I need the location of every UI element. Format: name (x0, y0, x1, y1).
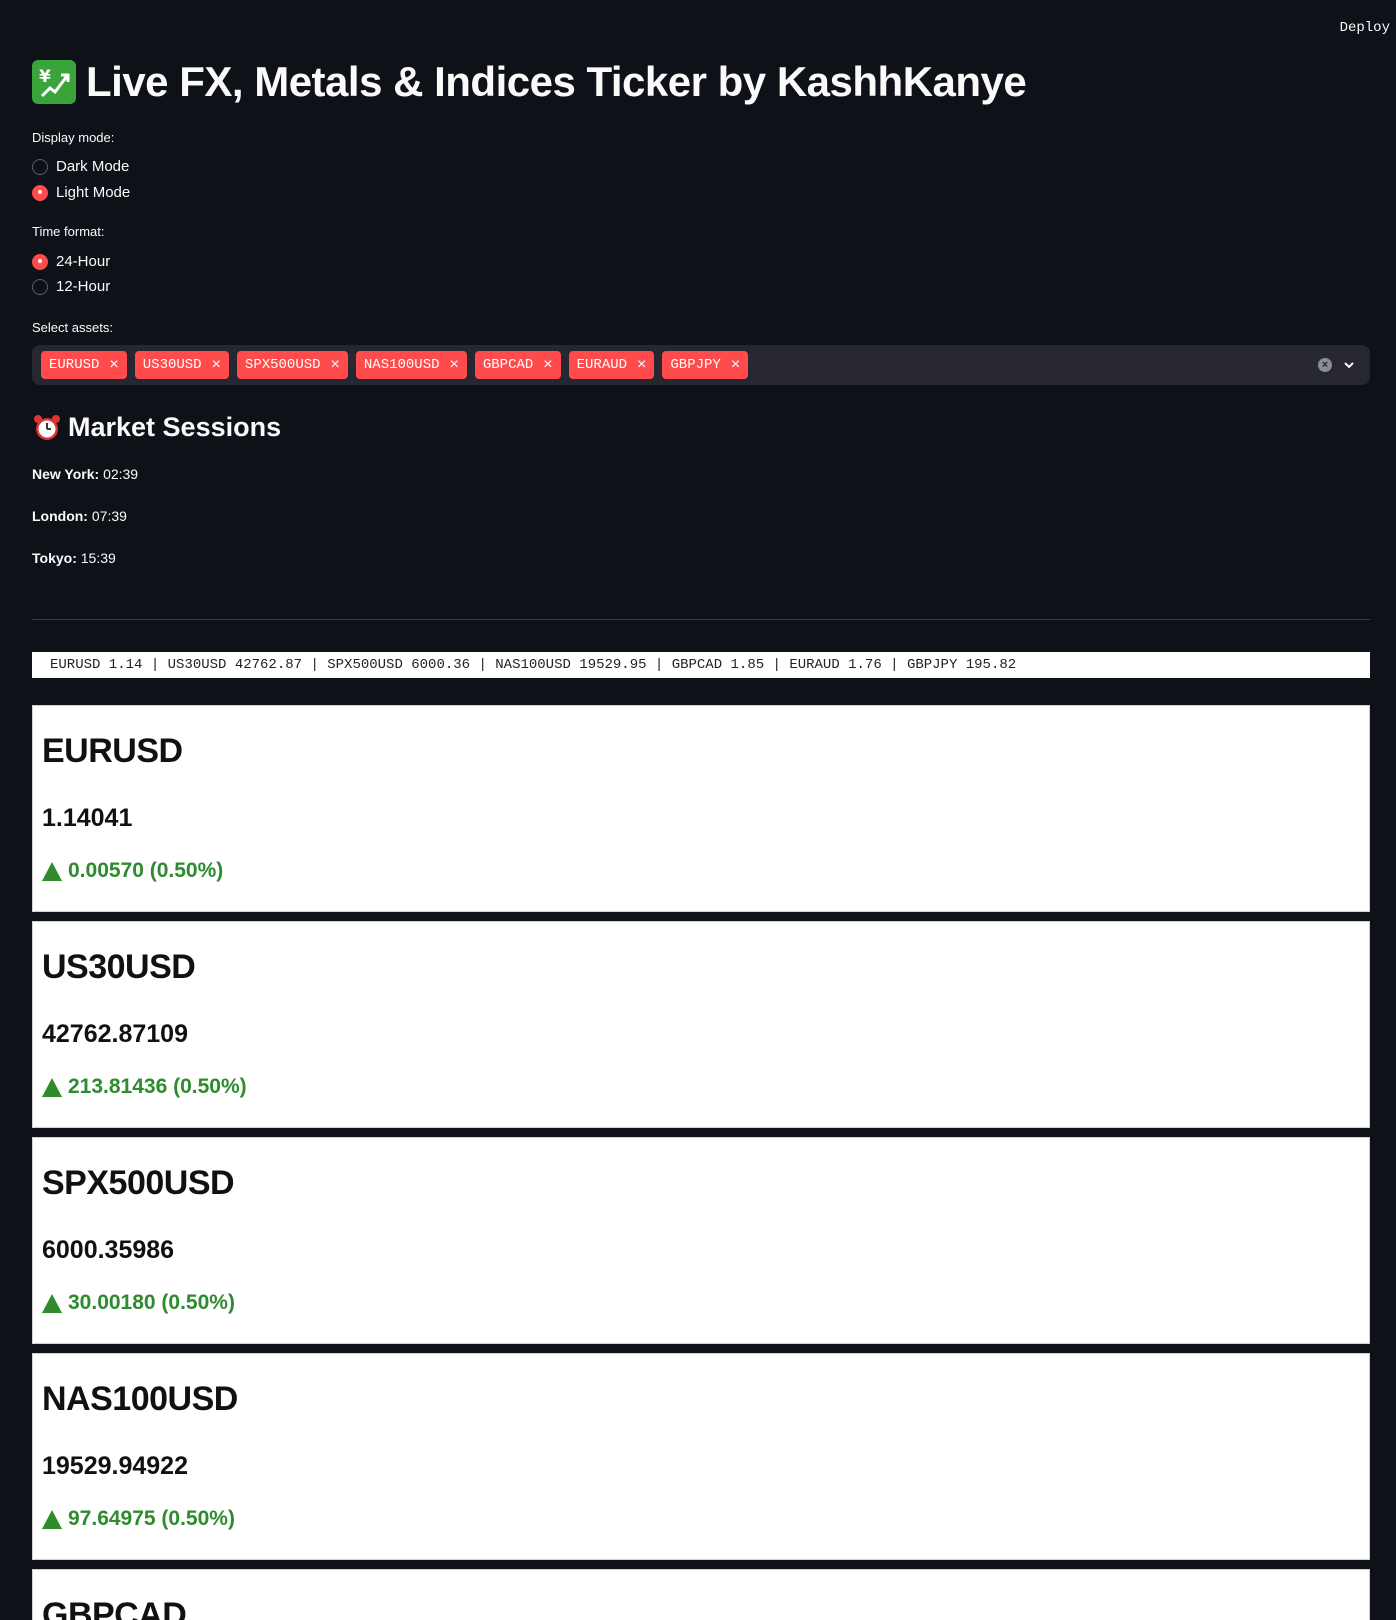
asset-card: NAS100USD 19529.94922 97.64975 (0.50%) (32, 1353, 1370, 1560)
remove-chip-icon[interactable]: × (109, 356, 118, 374)
asset-card-name: GBPCAD (42, 1596, 187, 1620)
multiselect-controls: × (1318, 345, 1356, 385)
clear-all-icon[interactable]: × (1318, 358, 1332, 372)
triangle-up-icon (42, 861, 62, 881)
remove-chip-icon[interactable]: × (543, 356, 552, 374)
assets-multiselect[interactable]: EURUSD × US30USD × SPX500USD × NAS100USD × G… (32, 345, 1370, 385)
radio-12-hour[interactable]: 12-Hour (32, 278, 110, 295)
alarm-clock-icon (34, 414, 60, 440)
asset-card-price: 1.14041 (42, 804, 133, 832)
session-city: London: (32, 508, 88, 524)
radio-checked-icon (32, 253, 48, 270)
asset-card: US30USD 42762.87109 213.81436 (0.50%) (32, 921, 1370, 1128)
market-sessions-title-text: Market Sessions (68, 412, 282, 442)
asset-card-change-value: 213.81436 (0.50%) (68, 1075, 247, 1098)
radio-unchecked-icon (32, 278, 48, 295)
session-tokyo: Tokyo: 15:39 (32, 550, 116, 566)
remove-chip-icon[interactable]: × (331, 356, 340, 374)
session-new-york: New York: 02:39 (32, 466, 138, 482)
radio-label: Dark Mode (56, 158, 130, 175)
page-title: ¥ Live FX, Metals & Indices Ticker by Ka… (32, 58, 1027, 106)
remove-chip-icon[interactable]: × (731, 356, 740, 374)
remove-chip-icon[interactable]: × (450, 356, 459, 374)
session-time: 02:39 (103, 466, 139, 482)
session-city: New York: (32, 466, 100, 482)
asset-chip: SPX500USD × (236, 351, 348, 379)
triangle-up-icon (42, 1509, 62, 1529)
display-mode-label: Display mode: (32, 130, 115, 145)
asset-card-change: 0.00570 (0.50%) (42, 859, 223, 883)
time-format-label: Time format: (32, 224, 105, 239)
asset-card-name: SPX500USD (42, 1164, 235, 1202)
asset-chip: EURAUD × (568, 351, 655, 379)
asset-card-change: 30.00180 (0.50%) (42, 1291, 235, 1315)
app-page: Deploy ¥ Live FX, Metals & Indices Ticke… (0, 0, 1396, 1620)
asset-card: GBPCAD (32, 1569, 1370, 1620)
asset-chip-label: EURUSD (49, 357, 100, 373)
asset-card-change-value: 0.00570 (0.50%) (68, 859, 224, 882)
radio-24-hour[interactable]: 24-Hour (32, 253, 110, 270)
chart-yen-icon: ¥ (32, 60, 76, 104)
asset-card-name: US30USD (42, 948, 196, 986)
asset-card-change: 213.81436 (0.50%) (42, 1075, 247, 1099)
asset-chip: US30USD × (134, 351, 229, 379)
market-sessions-title: Market Sessions (32, 412, 281, 443)
radio-unchecked-icon (32, 158, 48, 175)
asset-chip-label: SPX500USD (244, 357, 321, 373)
asset-chip-label: EURAUD (576, 357, 628, 373)
asset-card: SPX500USD 6000.35986 30.00180 (0.50%) (32, 1137, 1370, 1344)
session-time: 07:39 (91, 508, 127, 524)
asset-card-change: 97.64975 (0.50%) (42, 1507, 235, 1531)
page-title-text: Live FX, Metals & Indices Ticker by Kash… (86, 58, 1027, 105)
asset-card-price: 6000.35986 (42, 1236, 175, 1264)
radio-label: 12-Hour (56, 278, 111, 295)
asset-card-change-value: 30.00180 (0.50%) (68, 1291, 235, 1314)
radio-label: Light Mode (56, 184, 131, 201)
asset-chip: EURUSD × (41, 351, 127, 379)
asset-chip-label: NAS100USD (363, 357, 440, 373)
asset-chip: GBPJPY × (662, 351, 749, 379)
remove-chip-icon[interactable]: × (212, 356, 221, 374)
asset-card-name: EURUSD (42, 732, 183, 770)
asset-card-price: 19529.94922 (42, 1452, 188, 1480)
asset-card-price: 42762.87109 (42, 1020, 188, 1048)
asset-card-name: NAS100USD (42, 1380, 238, 1418)
remove-chip-icon[interactable]: × (637, 356, 646, 374)
divider (32, 619, 1370, 620)
triangle-up-icon (42, 1077, 62, 1097)
session-time: 15:39 (80, 550, 116, 566)
radio-light-mode[interactable]: Light Mode (32, 184, 130, 201)
svg-text:¥: ¥ (39, 67, 51, 87)
triangle-up-icon (42, 1293, 62, 1313)
chevron-down-icon[interactable] (1342, 358, 1356, 372)
radio-label: 24-Hour (56, 253, 111, 270)
asset-chip: NAS100USD × (355, 351, 467, 379)
asset-chip-label: GBPCAD (482, 357, 534, 373)
asset-chip-label: US30USD (142, 357, 202, 373)
radio-checked-icon (32, 184, 48, 201)
asset-chip: GBPCAD × (474, 351, 561, 379)
asset-chip-label: GBPJPY (670, 357, 721, 373)
asset-card: EURUSD 1.14041 0.00570 (0.50%) (32, 705, 1370, 912)
radio-dark-mode[interactable]: Dark Mode (32, 158, 129, 175)
deploy-button[interactable]: Deploy (1340, 20, 1390, 36)
asset-card-change-value: 97.64975 (0.50%) (68, 1507, 235, 1530)
session-city: Tokyo: (32, 550, 77, 566)
select-assets-label: Select assets: (32, 320, 113, 335)
session-london: London: 07:39 (32, 508, 127, 524)
ticker-bar: EURUSD 1.14 | US30USD 42762.87 | SPX500U… (32, 652, 1370, 678)
